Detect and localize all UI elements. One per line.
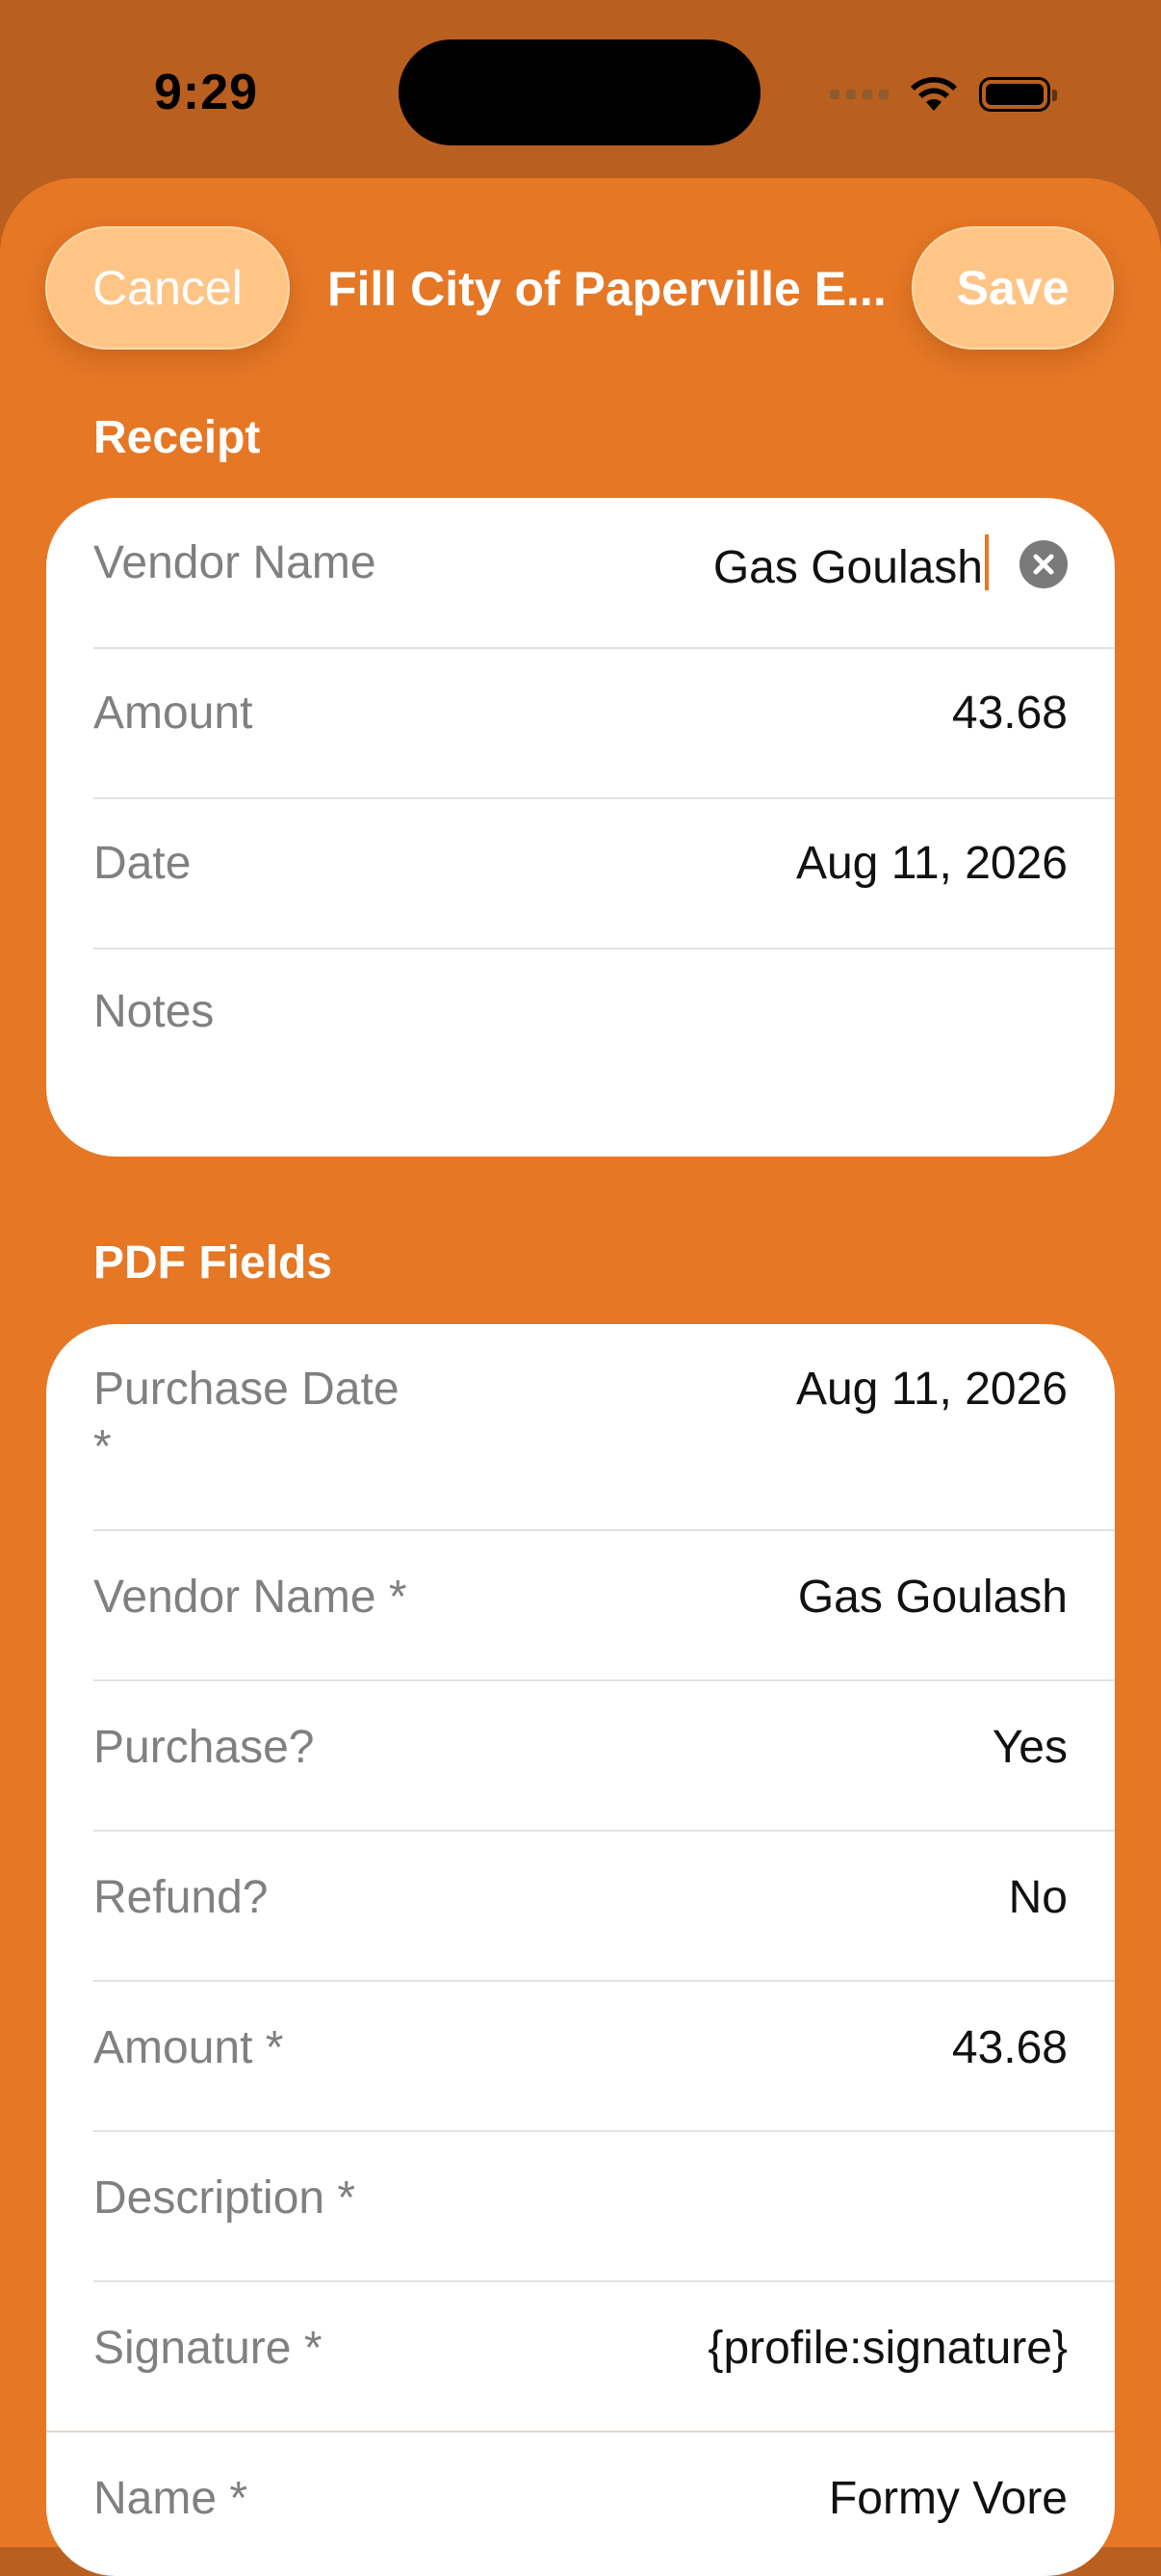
refund-label: Refund? — [93, 1872, 269, 1923]
vendor-name-label: Vendor Name — [93, 537, 376, 588]
notes-placeholder: Notes — [93, 986, 215, 1037]
divider — [93, 1830, 1115, 1832]
status-bar: 9:29 — [0, 0, 1161, 178]
description-label: Description * — [93, 2173, 356, 2224]
divider — [93, 647, 1115, 649]
amount-field[interactable]: 43.68 — [952, 685, 1068, 742]
cancel-button[interactable]: Cancel — [45, 226, 290, 350]
divider — [93, 1679, 1115, 1681]
purchase-date-row[interactable]: Purchase Date * Aug 11, 2026 — [93, 1361, 1068, 1476]
signature-row[interactable]: Signature * {profile:signature} — [93, 2320, 1068, 2378]
purchase-date-label: Purchase Date * — [93, 1364, 400, 1472]
divider — [46, 2431, 1115, 2433]
text-caret — [985, 534, 989, 590]
pdf-amount-label: Amount * — [93, 2022, 284, 2073]
refund-row[interactable]: Refund? No — [93, 1869, 1068, 1927]
date-label: Date — [93, 838, 192, 889]
purchase-date-picker[interactable]: Aug 11, 2026 — [796, 1361, 1068, 1418]
date-row[interactable]: Date Aug 11, 2026 — [93, 835, 1068, 893]
divider — [93, 1980, 1115, 1982]
name-field[interactable]: Formy Vore — [829, 2470, 1068, 2528]
refund-value[interactable]: No — [1009, 1869, 1068, 1927]
divider — [93, 797, 1115, 799]
signature-label: Signature * — [93, 2323, 322, 2374]
divider — [93, 2130, 1115, 2132]
divider — [93, 1529, 1115, 1531]
pdf-vendor-name-row[interactable]: Vendor Name * Gas Goulash — [93, 1569, 1068, 1626]
pdf-fields-card: Purchase Date * Aug 11, 2026 Vendor Name … — [46, 1324, 1115, 2576]
wifi-icon — [911, 77, 957, 111]
receipt-section-header: Receipt — [93, 412, 261, 463]
pdf-vendor-name-field[interactable]: Gas Goulash — [798, 1569, 1068, 1626]
purchase-row[interactable]: Purchase? Yes — [93, 1719, 1068, 1777]
dynamic-island — [399, 39, 761, 145]
purchase-label: Purchase? — [93, 1722, 315, 1773]
save-button[interactable]: Save — [912, 226, 1114, 350]
name-row[interactable]: Name * Formy Vore — [93, 2470, 1068, 2528]
amount-label: Amount — [93, 688, 253, 739]
name-label: Name * — [93, 2473, 248, 2524]
amount-row[interactable]: Amount 43.68 — [93, 685, 1068, 742]
status-icons — [830, 67, 1057, 121]
vendor-name-row[interactable]: Vendor Name Gas Goulash — [93, 534, 1068, 593]
form-sheet: Cancel Fill City of Paperville E... Save… — [0, 178, 1161, 2576]
receipt-card: Vendor Name Gas Goulash Amount 43.68 Dat… — [46, 498, 1115, 1157]
pdf-fields-section-header: PDF Fields — [93, 1237, 333, 1288]
divider — [93, 948, 1115, 950]
status-time: 9:29 — [154, 65, 259, 120]
vendor-name-field[interactable]: Gas Goulash — [713, 534, 989, 597]
xmark-circle-icon[interactable] — [1019, 540, 1068, 588]
battery-icon — [979, 77, 1057, 112]
notes-field[interactable]: Notes — [93, 983, 1068, 1041]
pdf-amount-field[interactable]: 43.68 — [952, 2019, 1068, 2077]
pdf-amount-row[interactable]: Amount * 43.68 — [93, 2019, 1068, 2077]
date-picker[interactable]: Aug 11, 2026 — [796, 835, 1068, 893]
purchase-value[interactable]: Yes — [993, 1719, 1068, 1777]
divider — [93, 2280, 1115, 2282]
cellular-signal-icon — [830, 90, 889, 99]
signature-field[interactable]: {profile:signature} — [708, 2320, 1068, 2378]
pdf-vendor-name-label: Vendor Name * — [93, 1572, 407, 1623]
sheet-title: Fill City of Paperville E... — [327, 262, 887, 316]
description-row[interactable]: Description * — [93, 2170, 1068, 2227]
